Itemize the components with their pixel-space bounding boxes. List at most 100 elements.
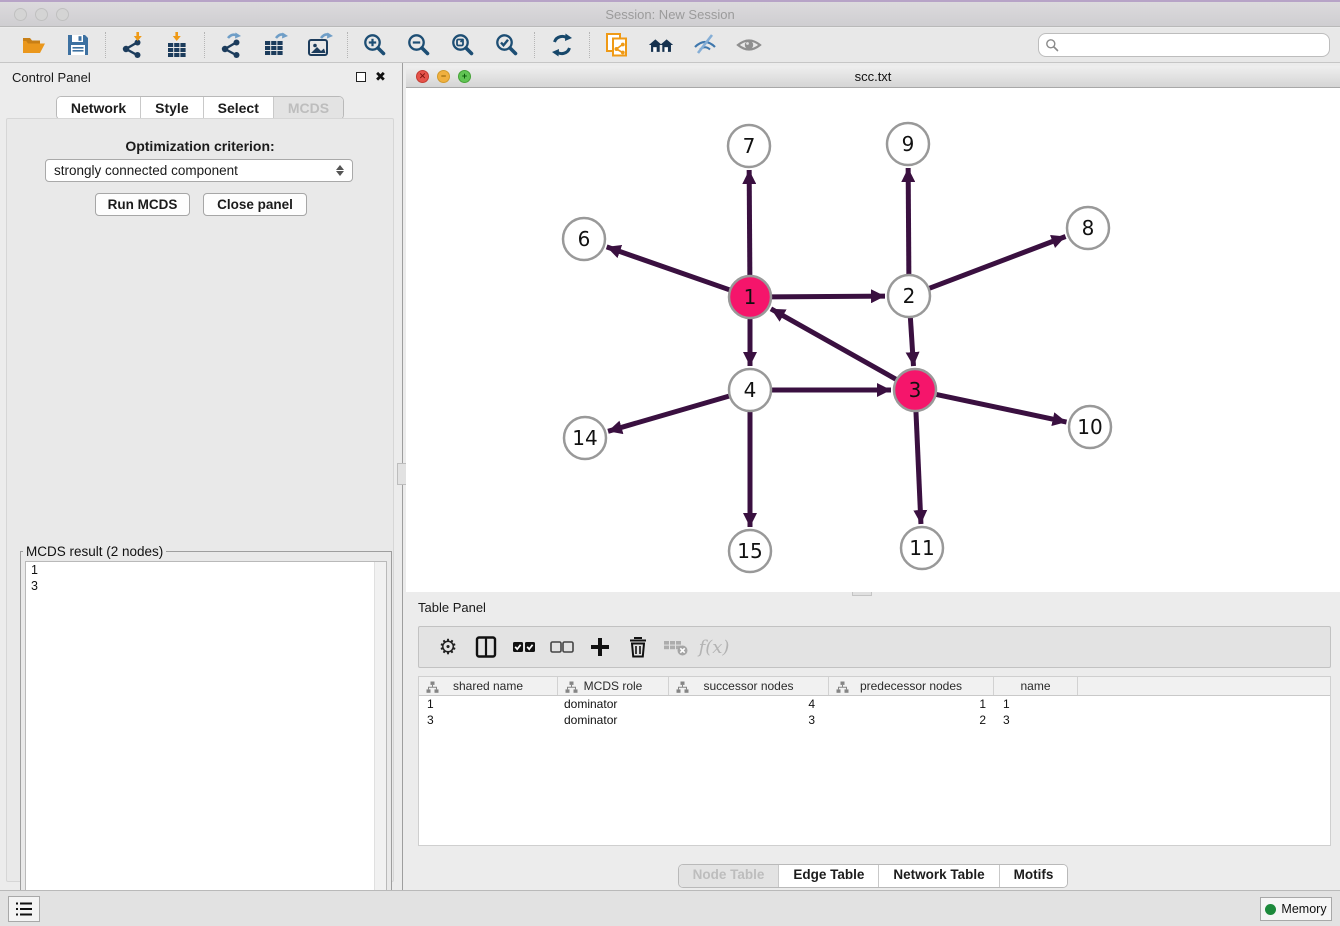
edge-2-9[interactable] <box>908 168 909 275</box>
deselect-all-icon[interactable] <box>549 634 575 660</box>
mcds-result-box: MCDS result (2 nodes) 1 3 <box>20 544 392 920</box>
import-network-icon[interactable] <box>120 32 146 58</box>
node-table[interactable]: shared name MCDS role successor nodes pr… <box>418 676 1331 846</box>
graph-node-label: 1 <box>744 285 757 309</box>
apply-layout-icon[interactable] <box>549 32 575 58</box>
cell-name[interactable]: 3 <box>994 712 1078 728</box>
show-details-icon[interactable] <box>736 32 762 58</box>
toolbar-separator <box>105 32 106 58</box>
search-icon <box>1045 38 1059 52</box>
table-panel-header: Table Panel ✖ <box>406 598 1340 620</box>
tab-network[interactable]: Network <box>57 97 140 119</box>
cell-name[interactable]: 1 <box>994 696 1078 712</box>
export-table-icon[interactable] <box>263 32 289 58</box>
criterion-dropdown[interactable]: strongly connected component <box>45 159 353 182</box>
cell-predecessor-nodes[interactable]: 2 <box>829 712 994 728</box>
show-columns-icon[interactable] <box>473 634 499 660</box>
close-panel-button[interactable]: Close panel <box>203 193 307 216</box>
open-session-icon[interactable] <box>21 32 47 58</box>
first-neighbors-icon[interactable] <box>648 32 674 58</box>
edge-1-2[interactable] <box>771 296 885 297</box>
graph-node-label: 14 <box>572 426 597 450</box>
search-input[interactable] <box>1059 35 1329 55</box>
toolbar-separator <box>347 32 348 58</box>
float-panel-icon[interactable] <box>356 72 366 82</box>
control-panel-title: Control Panel <box>12 70 91 85</box>
delete-row-icon[interactable] <box>625 634 651 660</box>
result-line: 1 <box>26 562 386 578</box>
cell-shared-name[interactable]: 3 <box>419 712 558 728</box>
mcds-result-list[interactable]: 1 3 <box>25 561 387 913</box>
column-header-successor-nodes[interactable]: successor nodes <box>669 677 829 695</box>
edge-3-10[interactable] <box>936 394 1067 422</box>
zoom-out-icon[interactable] <box>406 32 432 58</box>
network-window-titlebar[interactable]: ✕ − + scc.txt <box>406 66 1340 88</box>
dropdown-stepper-icon <box>336 165 344 176</box>
table-row[interactable]: 1 dominator 4 1 1 <box>419 696 1330 712</box>
memory-label: Memory <box>1281 902 1326 916</box>
table-row[interactable]: 3 dominator 3 2 3 <box>419 712 1330 728</box>
application-window: Session: New Session <box>0 0 1340 926</box>
save-session-icon[interactable] <box>65 32 91 58</box>
cell-successor-nodes[interactable]: 4 <box>669 696 829 712</box>
mcds-panel: Optimization criterion: strongly connect… <box>6 118 394 882</box>
cell-mcds-role[interactable]: dominator <box>558 712 669 728</box>
edge-3-11[interactable] <box>916 411 921 524</box>
edge-1-6[interactable] <box>607 247 731 290</box>
new-network-icon[interactable] <box>604 32 630 58</box>
column-header-name[interactable]: name <box>994 677 1078 695</box>
optimization-criterion-label: Optimization criterion: <box>7 138 393 154</box>
toolbar-separator <box>204 32 205 58</box>
tab-mcds[interactable]: MCDS <box>273 97 343 119</box>
table-panel-tabs: Node Table Edge Table Network Table Moti… <box>406 864 1340 888</box>
select-all-icon[interactable] <box>511 634 537 660</box>
network-graph: 7968124314101511 <box>406 88 1340 592</box>
zoom-in-icon[interactable] <box>362 32 388 58</box>
edge-2-3[interactable] <box>910 317 913 366</box>
control-panel-tabs: Network Style Select MCDS <box>0 96 400 120</box>
column-settings-icon[interactable]: ⚙ <box>435 634 461 660</box>
network-canvas[interactable]: 7968124314101511 <box>406 88 1340 592</box>
graph-node-label: 10 <box>1077 415 1102 439</box>
search-box[interactable] <box>1038 33 1330 57</box>
column-type-icon <box>676 681 689 694</box>
zoom-fit-icon[interactable] <box>450 32 476 58</box>
column-header-mcds-role[interactable]: MCDS role <box>558 677 669 695</box>
cell-mcds-role[interactable]: dominator <box>558 696 669 712</box>
task-history-button[interactable] <box>8 896 40 922</box>
edge-4-14[interactable] <box>608 396 730 431</box>
edge-2-8[interactable] <box>929 237 1066 289</box>
graph-node-label: 2 <box>903 284 916 308</box>
cell-successor-nodes[interactable]: 3 <box>669 712 829 728</box>
zoom-selected-icon[interactable] <box>494 32 520 58</box>
add-row-icon[interactable] <box>587 634 613 660</box>
graph-node-label: 7 <box>743 134 756 158</box>
import-table-icon[interactable] <box>164 32 190 58</box>
tab-edge-table[interactable]: Edge Table <box>778 865 878 887</box>
column-header-shared-name[interactable]: shared name <box>419 677 558 695</box>
hide-details-icon[interactable] <box>692 32 718 58</box>
function-builder-icon: f(x) <box>701 634 727 660</box>
graph-node-label: 3 <box>909 378 922 402</box>
tab-motifs[interactable]: Motifs <box>999 865 1068 887</box>
cell-predecessor-nodes[interactable]: 1 <box>829 696 994 712</box>
export-network-icon[interactable] <box>219 32 245 58</box>
run-mcds-button[interactable]: Run MCDS <box>95 193 190 216</box>
column-type-icon <box>836 681 849 694</box>
edge-3-1[interactable] <box>771 309 897 380</box>
window-title: Session: New Session <box>0 7 1340 22</box>
memory-button[interactable]: Memory <box>1260 897 1332 921</box>
close-panel-icon[interactable]: ✖ <box>375 72 386 82</box>
tab-style[interactable]: Style <box>140 97 202 119</box>
tab-node-table[interactable]: Node Table <box>679 865 779 887</box>
tab-network-table[interactable]: Network Table <box>878 865 998 887</box>
column-header-predecessor-nodes[interactable]: predecessor nodes <box>829 677 994 695</box>
tab-select[interactable]: Select <box>203 97 273 119</box>
table-header-row: shared name MCDS role successor nodes pr… <box>419 677 1330 696</box>
graph-node-label: 9 <box>902 132 915 156</box>
result-scrollbar[interactable] <box>374 562 386 912</box>
cell-shared-name[interactable]: 1 <box>419 696 558 712</box>
edge-1-7[interactable] <box>749 170 750 276</box>
window-titlebar: Session: New Session <box>0 0 1340 27</box>
export-image-icon[interactable] <box>307 32 333 58</box>
